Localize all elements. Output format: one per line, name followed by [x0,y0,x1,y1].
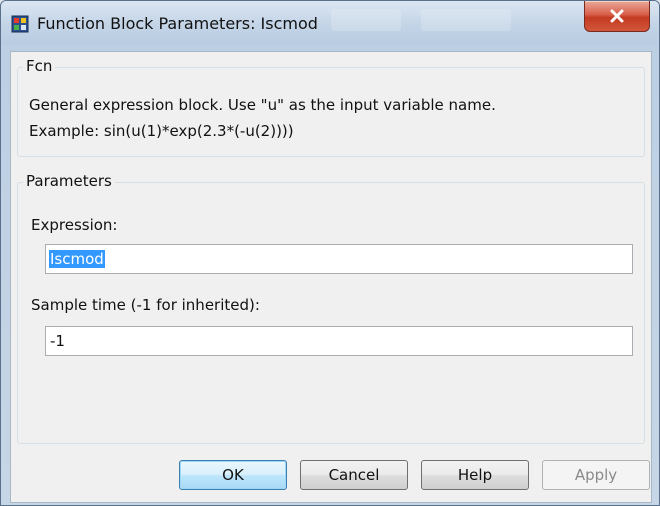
expression-value: Iscmod [49,250,105,268]
description-line-2: Example: sin(u(1)*exp(2.3*(-u(2)))) [29,122,294,140]
parameters-group-legend: Parameters [23,172,115,190]
simulink-block-icon [11,15,29,33]
close-icon [610,9,624,23]
ok-button[interactable]: OK [179,460,287,490]
help-button[interactable]: Help [421,460,529,490]
close-button[interactable] [584,1,650,32]
description-line-1: General expression block. Use "u" as the… [29,96,496,114]
title-bar-background-shape [421,9,511,31]
cancel-button[interactable]: Cancel [300,460,408,490]
dialog-body: Fcn General expression block. Use "u" as… [10,51,652,503]
title-bar[interactable]: Function Block Parameters: Iscmod [1,1,659,45]
fcn-group-legend: Fcn [23,57,56,75]
title-bar-background-shape [331,9,401,31]
window-title: Function Block Parameters: Iscmod [37,14,318,33]
dialog-window: Function Block Parameters: Iscmod Fcn Ge… [0,0,660,506]
sample-time-value: -1 [50,332,65,350]
expression-label: Expression: [31,216,118,234]
apply-button[interactable]: Apply [542,460,650,490]
sample-time-input[interactable]: -1 [45,326,633,356]
expression-input[interactable]: Iscmod [45,244,633,274]
sample-time-label: Sample time (-1 for inherited): [31,296,260,314]
